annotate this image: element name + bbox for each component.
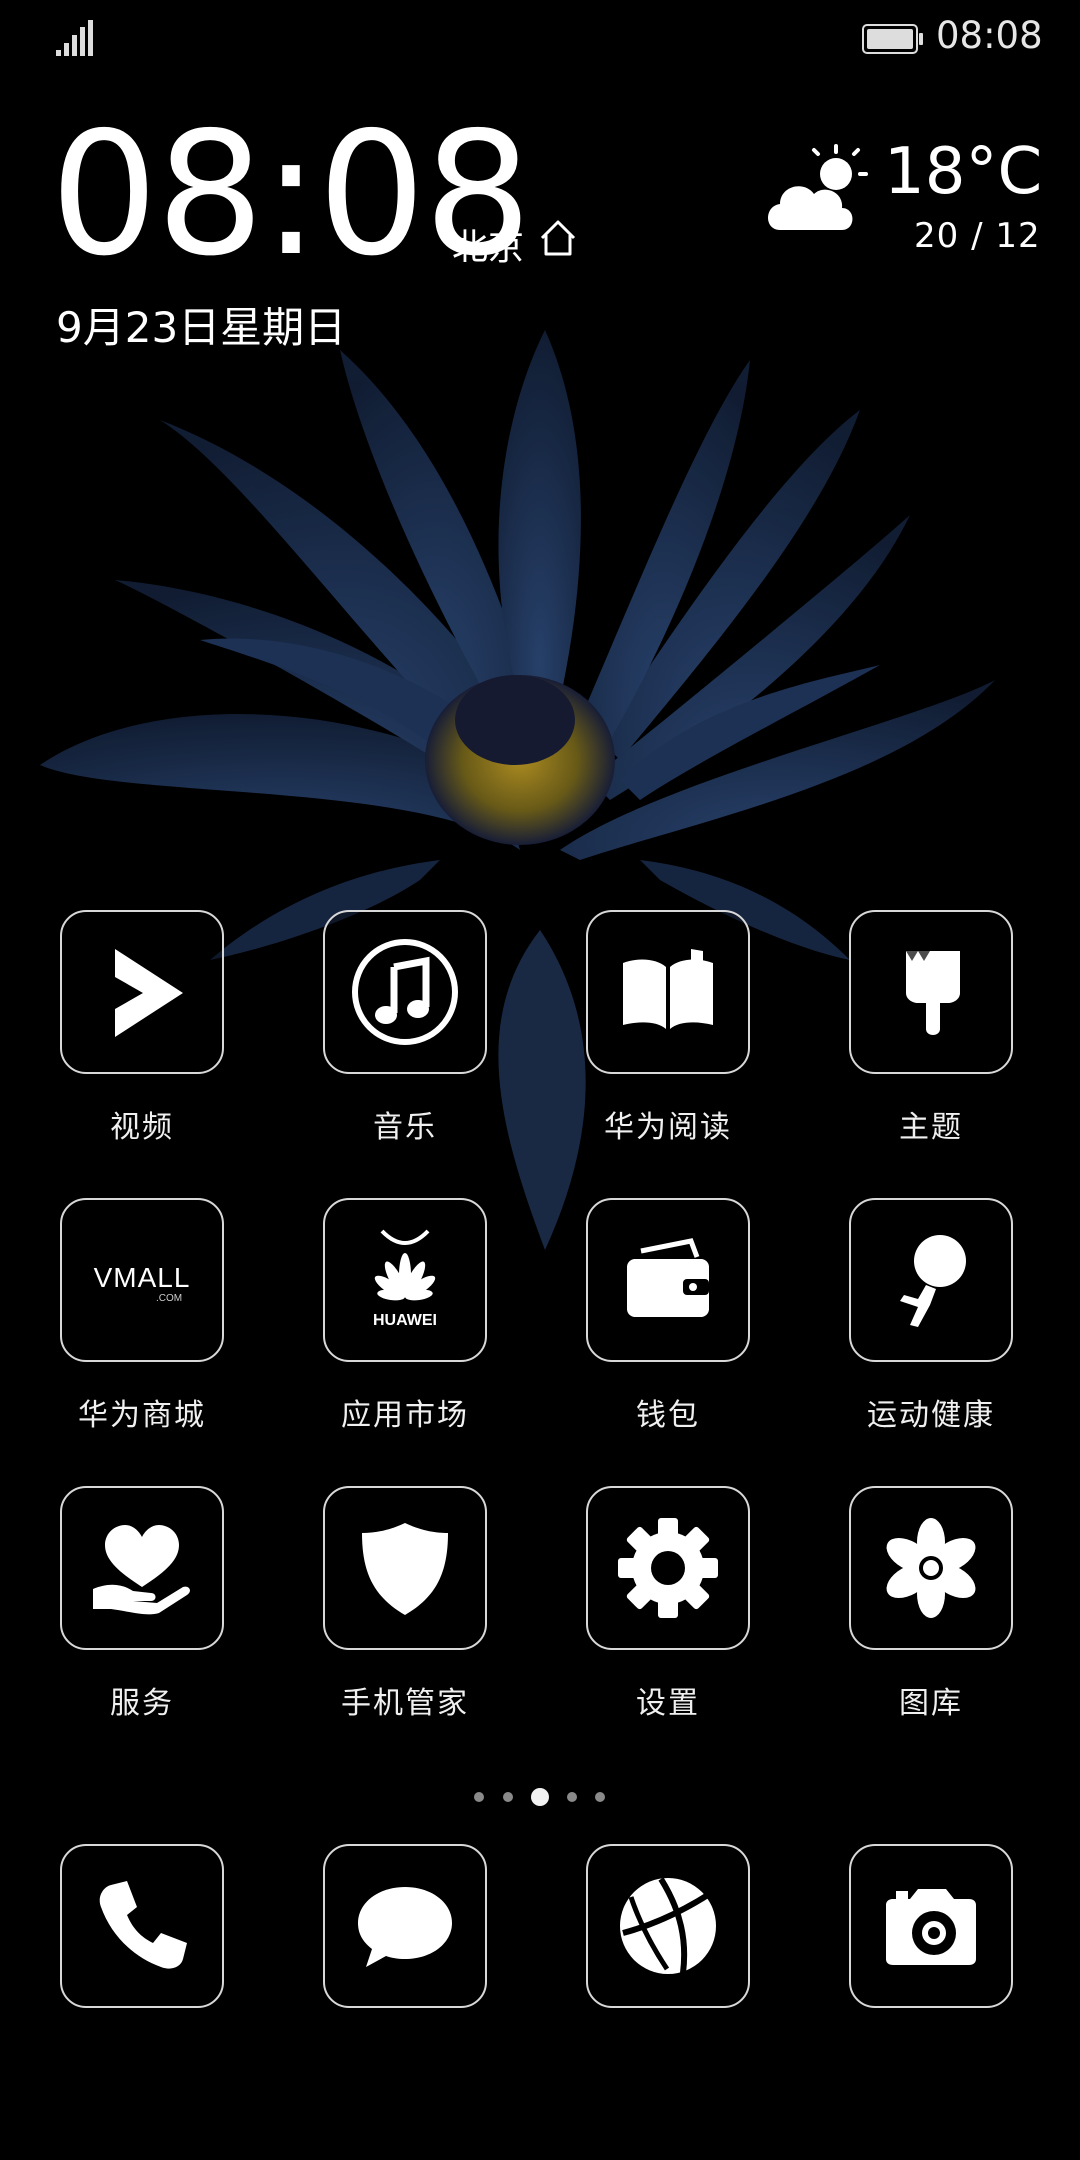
app-label: 运动健康 [867,1398,995,1433]
svg-text:VMALL: VMALL [94,1262,191,1293]
app-tile[interactable]: VMALL .COM [60,1198,224,1362]
status-time: 08:08 [936,14,1043,57]
dock-messages[interactable] [285,1844,505,2104]
page-indicator[interactable] [0,1784,1080,1814]
app-tile[interactable] [849,910,1013,1074]
app-themes[interactable]: 主题 [811,910,1031,1170]
app-label: 主题 [899,1110,963,1145]
browser-globe-icon [620,1877,716,1974]
paintbrush-icon [906,951,960,1035]
page-dot[interactable] [595,1792,605,1802]
signal-strength-icon [56,20,93,56]
app-tile[interactable]: HUAWEI [323,1198,487,1362]
book-icon [623,949,713,1029]
phone-icon [99,1881,187,1969]
app-music[interactable]: 音乐 [285,910,505,1170]
page-dot[interactable] [474,1792,484,1802]
app-appgallery[interactable]: HUAWEI 应用市场 [285,1198,505,1458]
weather-temperature: 18°C [884,135,1043,209]
page-dot[interactable] [567,1792,577,1802]
fitness-runner-icon [900,1235,966,1327]
app-tile[interactable] [849,1198,1013,1362]
app-huawei-reader[interactable]: 华为阅读 [548,910,768,1170]
app-label: 华为阅读 [604,1110,732,1145]
app-label: 图库 [899,1686,963,1721]
app-label: 音乐 [373,1110,437,1145]
svg-text:.COM: .COM [156,1293,182,1304]
vmall-logo-icon: VMALL .COM [94,1262,191,1304]
battery-icon [862,24,923,54]
dock-phone[interactable] [22,1844,242,2104]
page-dot[interactable] [503,1792,513,1802]
app-tile[interactable] [323,1844,487,2008]
app-tile[interactable] [60,910,224,1074]
video-play-icon [115,949,183,1037]
status-bar: 08:08 [0,0,1080,80]
weather-widget[interactable]: 18°C 20 / 12 [760,140,1080,280]
app-tile[interactable] [586,1198,750,1362]
app-video[interactable]: 视频 [22,910,242,1170]
app-tile[interactable] [60,1486,224,1650]
message-bubble-icon [358,1887,452,1967]
app-tile[interactable] [323,1486,487,1650]
heart-hand-icon [93,1525,190,1615]
page-dot-active[interactable] [531,1788,549,1806]
app-tile[interactable] [586,1844,750,2008]
app-label: 应用市场 [341,1398,469,1433]
app-tile[interactable] [60,1844,224,2008]
weather-range: 20 / 12 [914,216,1041,256]
app-services[interactable]: 服务 [22,1486,242,1746]
flower-icon [886,1518,976,1618]
camera-icon [886,1889,976,1965]
shield-icon [362,1523,448,1615]
app-tile[interactable] [849,1844,1013,2008]
app-gallery[interactable]: 图库 [811,1486,1031,1746]
partly-cloudy-icon [768,144,868,230]
svg-text:HUAWEI: HUAWEI [373,1312,437,1329]
clock-city: 北京 [452,227,525,268]
app-tile[interactable] [586,1486,750,1650]
app-settings[interactable]: 设置 [548,1486,768,1746]
app-label: 手机管家 [341,1686,469,1721]
app-vmall[interactable]: VMALL .COM 华为商城 [22,1198,242,1458]
dock-browser[interactable] [548,1844,768,2104]
dock-camera[interactable] [811,1844,1031,2104]
app-health[interactable]: 运动健康 [811,1198,1031,1458]
app-tile[interactable] [323,910,487,1074]
app-label: 服务 [110,1686,174,1721]
app-label: 设置 [636,1686,700,1721]
clock-date: 9月23日星期日 [56,303,347,352]
app-label: 华为商城 [78,1398,206,1433]
app-label: 视频 [110,1110,174,1145]
huawei-appgallery-icon: HUAWEI [373,1229,437,1329]
gear-icon [618,1518,718,1618]
app-phone-manager[interactable]: 手机管家 [285,1486,505,1746]
app-tile[interactable] [849,1486,1013,1650]
wallet-icon [627,1238,709,1317]
home-icon [540,220,576,256]
app-tile[interactable] [586,910,750,1074]
dock [0,1844,1080,2014]
app-label: 钱包 [636,1398,700,1433]
app-wallet[interactable]: 钱包 [548,1198,768,1458]
music-note-icon [352,939,458,1045]
